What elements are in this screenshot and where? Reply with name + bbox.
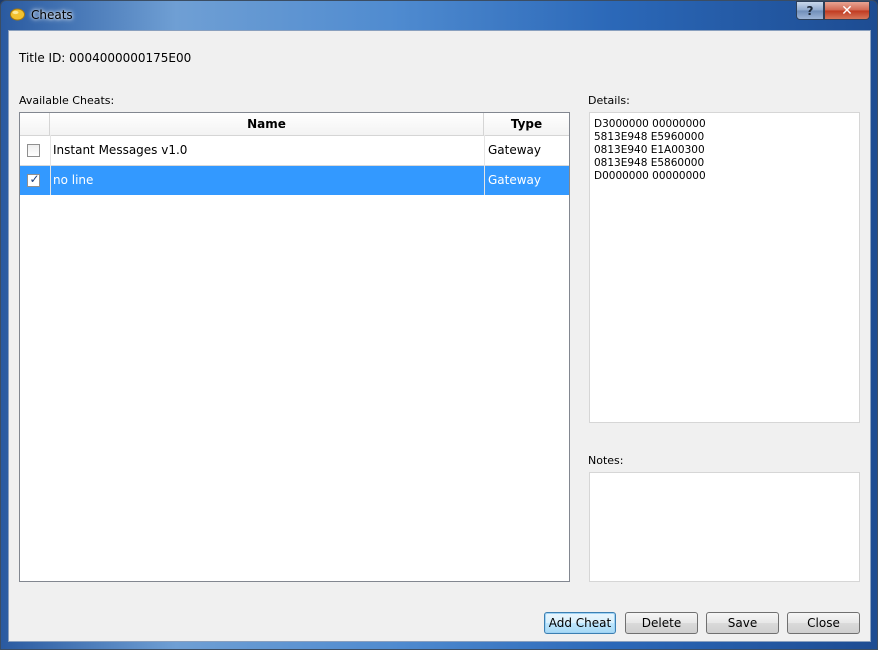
row-type: Gateway bbox=[488, 173, 542, 187]
close-button[interactable]: Close bbox=[787, 612, 860, 634]
title-bar[interactable]: Cheats ? ✕ bbox=[1, 1, 877, 30]
help-button[interactable]: ? bbox=[796, 1, 824, 20]
available-cheats-label: Available Cheats: bbox=[19, 94, 115, 107]
cheats-window: Cheats ? ✕ Title ID: 0004000000175E00 Av… bbox=[0, 0, 878, 650]
details-code: D3000000 00000000 5813E948 E5960000 0813E9… bbox=[594, 118, 706, 183]
add-cheat-button[interactable]: Add Cheat bbox=[544, 612, 616, 634]
dialog-body: Title ID: 0004000000175E00 Available Che… bbox=[8, 30, 871, 642]
window-title: Cheats bbox=[31, 8, 73, 22]
save-button[interactable]: Save bbox=[706, 612, 779, 634]
row-checkbox[interactable]: ✓ bbox=[27, 172, 40, 187]
column-divider bbox=[484, 135, 485, 195]
row-type: Gateway bbox=[488, 143, 542, 157]
cheats-list[interactable]: Name Type Instant Messages v1.0 Gateway … bbox=[19, 112, 570, 582]
delete-button[interactable]: Delete bbox=[625, 612, 698, 634]
row-name: Instant Messages v1.0 bbox=[53, 143, 188, 157]
help-icon: ? bbox=[806, 3, 814, 18]
notes-textbox[interactable] bbox=[589, 472, 860, 582]
title-id-label: Title ID: 0004000000175E00 bbox=[19, 51, 192, 65]
code-line: 0813E940 E1A00300 bbox=[594, 144, 705, 156]
table-row[interactable]: Instant Messages v1.0 Gateway bbox=[20, 136, 569, 165]
notes-label: Notes: bbox=[588, 454, 624, 467]
window-close-button[interactable]: ✕ bbox=[824, 1, 870, 20]
code-line: 5813E948 E5960000 bbox=[594, 131, 705, 143]
code-line: 0813E948 E5860000 bbox=[594, 157, 705, 169]
column-divider bbox=[50, 135, 51, 195]
close-icon: ✕ bbox=[841, 2, 853, 19]
list-header: Name Type bbox=[20, 113, 569, 136]
header-check-column[interactable] bbox=[20, 113, 50, 135]
table-row[interactable]: ✓ no line Gateway bbox=[20, 166, 569, 195]
code-line: D3000000 00000000 bbox=[594, 118, 706, 130]
row-checkbox[interactable] bbox=[27, 144, 40, 157]
checkmark-icon: ✓ bbox=[29, 172, 40, 186]
header-type[interactable]: Type bbox=[484, 113, 569, 135]
row-name: no line bbox=[53, 173, 94, 187]
details-textbox[interactable]: D3000000 00000000 5813E948 E5960000 0813E9… bbox=[589, 112, 860, 423]
header-name[interactable]: Name bbox=[50, 113, 484, 135]
code-line: D0000000 00000000 bbox=[594, 170, 706, 182]
app-logo-icon bbox=[10, 8, 25, 21]
details-label: Details: bbox=[588, 94, 630, 107]
